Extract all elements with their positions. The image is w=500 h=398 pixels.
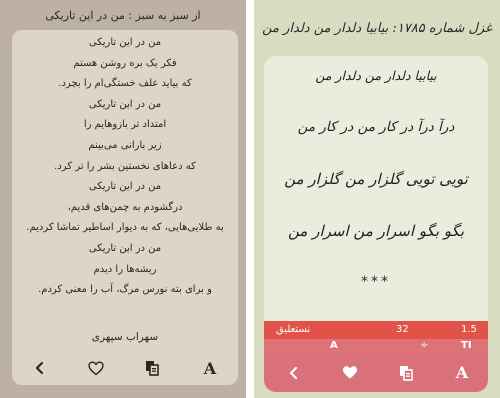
heart-filled-icon [343,366,357,379]
poem-lines: من در این تاریکی فکر یک بره روشن هستم که… [12,33,238,301]
poem-line: و برای بته نورس مرگ، آب را معنی کردم. [38,284,212,296]
font-name-select[interactable]: نستعلیق [276,321,310,339]
poem-line: من در این تاریکی [88,242,162,254]
bottom-toolbar: A [264,353,488,392]
back-button[interactable] [276,353,312,392]
favorite-button[interactable] [332,353,368,392]
favorite-button[interactable] [78,351,114,385]
poem-card: من در این تاریکی فکر یک بره روشن هستم که… [12,30,238,385]
poem-line: من در این تاریکی [88,181,162,193]
copy-button[interactable] [134,351,170,385]
poem-line: درگشودم به چمن‌های قدیم، [67,201,183,213]
chevron-left-icon [289,366,298,379]
chevron-left-icon [35,361,44,375]
font-settings-button[interactable]: A [444,353,480,392]
left-poem-screen: از سبز به سبز : من در این تاریکی من در ا… [0,0,246,398]
bottom-toolbar: A [12,351,238,385]
font-settings-button[interactable]: A [192,351,228,385]
poem-line: من در این تاریکی [88,98,162,110]
poem-line: تویی تویی گلزار من گلزار من [284,170,468,188]
poem-line: بگو بگو اسرار من اسرار من [287,222,464,240]
copy-button[interactable] [388,353,424,392]
poem-line: من در این تاریکی [88,37,162,48]
font-settings-labels: A ÷ TI [264,339,488,353]
poem-line: امتداد تر بازوهایم را [83,119,167,131]
back-button[interactable] [22,351,58,385]
poem-line: زیر بارانی می‌بینم [88,139,162,151]
poem-line: بیابیا دلدار من دلدار من [315,68,437,83]
heart-outline-icon [88,360,104,375]
verse-ornament: *** [361,274,391,290]
spacing-symbol: TI [461,340,472,351]
line-height-value[interactable]: 1.5 [461,321,477,339]
poem-line: به طلایی‌هایی، که به دیوار اساطیر تماشا … [26,222,224,234]
copy-icon [146,361,159,376]
font-settings-bar: نستعلیق 32 1.5 [264,321,488,339]
poem-line: فکر یک بره روشن هستم [73,57,177,69]
poem-line: که دعاهای نخستین بشر را تر کرد. [54,160,196,172]
poem-line: ریشه‌ها را دیدم [93,263,157,275]
size-symbol: ÷ [420,340,429,351]
right-poem-screen: غزل شماره ۱۷۸۵: بیابیا دلدار من دلدار من… [254,0,500,398]
font-symbol: A [330,340,338,351]
poem-title: از سبز به سبز : من در این تاریکی [45,9,201,22]
poem-line: درآ درآ در کار من در کار من [297,119,455,135]
poem-card: بیابیا دلدار من دلدار من درآ درآ در کار … [264,56,488,392]
copy-icon [400,365,413,381]
poem-author: سهراب سپهری [91,331,159,343]
font-size-value[interactable]: 32 [396,321,409,339]
poem-line: که بیاید علف خستگی‌ام را بچرد. [58,78,192,90]
poem-title: غزل شماره ۱۷۸۵: بیابیا دلدار من دلدار من [262,21,492,36]
